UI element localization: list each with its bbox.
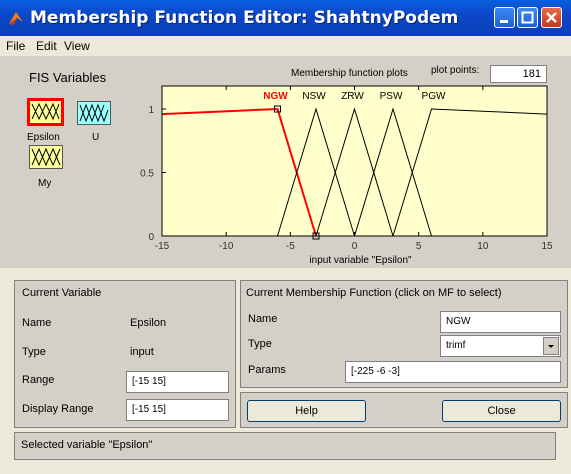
dropdown-button[interactable] (543, 337, 559, 355)
cv-type-label: Type (22, 346, 46, 358)
plot-points-label: plot points: (431, 65, 480, 76)
menu-file[interactable]: File (6, 39, 25, 53)
menu-view[interactable]: View (64, 39, 90, 53)
plot-title: Membership function plots (291, 68, 408, 79)
mf-params-input[interactable]: [-225 -6 -3] (345, 361, 561, 383)
cv-range-label: Range (22, 374, 55, 386)
matlab-logo-icon (9, 12, 23, 25)
current-mf-heading: Current Membership Function (click on MF… (246, 287, 502, 299)
mf-name-label: Name (248, 313, 278, 325)
title-bar: Membership Function Editor: ShahtnyPodem (0, 0, 571, 37)
mf-name-input[interactable]: NGW (440, 311, 561, 333)
maximize-button[interactable] (517, 7, 538, 28)
display-range-input[interactable]: [-15 15] (126, 399, 229, 421)
status-bar: Selected variable "Epsilon" (14, 432, 556, 460)
minimize-button[interactable] (494, 7, 515, 28)
close-window-button[interactable] (541, 7, 562, 28)
output-var-my[interactable] (29, 145, 63, 169)
top-panel (0, 56, 571, 268)
help-button[interactable]: Help (247, 400, 366, 422)
mf-params-label: Params (248, 364, 286, 376)
current-variable-heading: Current Variable (22, 287, 102, 299)
mf-type-label: Type (248, 338, 272, 350)
window-title: Membership Function Editor: ShahtnyPodem (30, 8, 459, 28)
close-button[interactable]: Close (442, 400, 561, 422)
input-var-epsilon[interactable] (27, 98, 64, 126)
output-var-label: My (38, 178, 52, 189)
mf-icon (31, 147, 61, 167)
status-text: Selected variable "Epsilon" (21, 439, 153, 451)
mf-icon (31, 102, 60, 121)
range-input[interactable]: [-15 15] (126, 371, 229, 393)
output-var-u[interactable] (77, 101, 111, 125)
menu-bar: File Edit View (0, 36, 571, 56)
cv-display-range-label: Display Range (22, 403, 94, 415)
cv-type-value: input (130, 346, 154, 358)
cv-name-value: Epsilon (130, 317, 167, 329)
input-var-label: Epsilon (27, 132, 60, 143)
cv-name-label: Name (22, 317, 52, 329)
menu-edit[interactable]: Edit (36, 39, 57, 53)
mf-type-value: trimf (446, 340, 466, 351)
maximize-icon (521, 11, 534, 24)
minimize-icon (500, 20, 508, 23)
plot-points-input[interactable]: 181 (490, 65, 547, 83)
fis-variables-heading: FIS Variables (29, 70, 107, 85)
close-icon (546, 12, 557, 23)
output-var-label: U (92, 132, 100, 143)
mf-icon (79, 103, 109, 123)
chevron-down-icon (548, 345, 554, 348)
